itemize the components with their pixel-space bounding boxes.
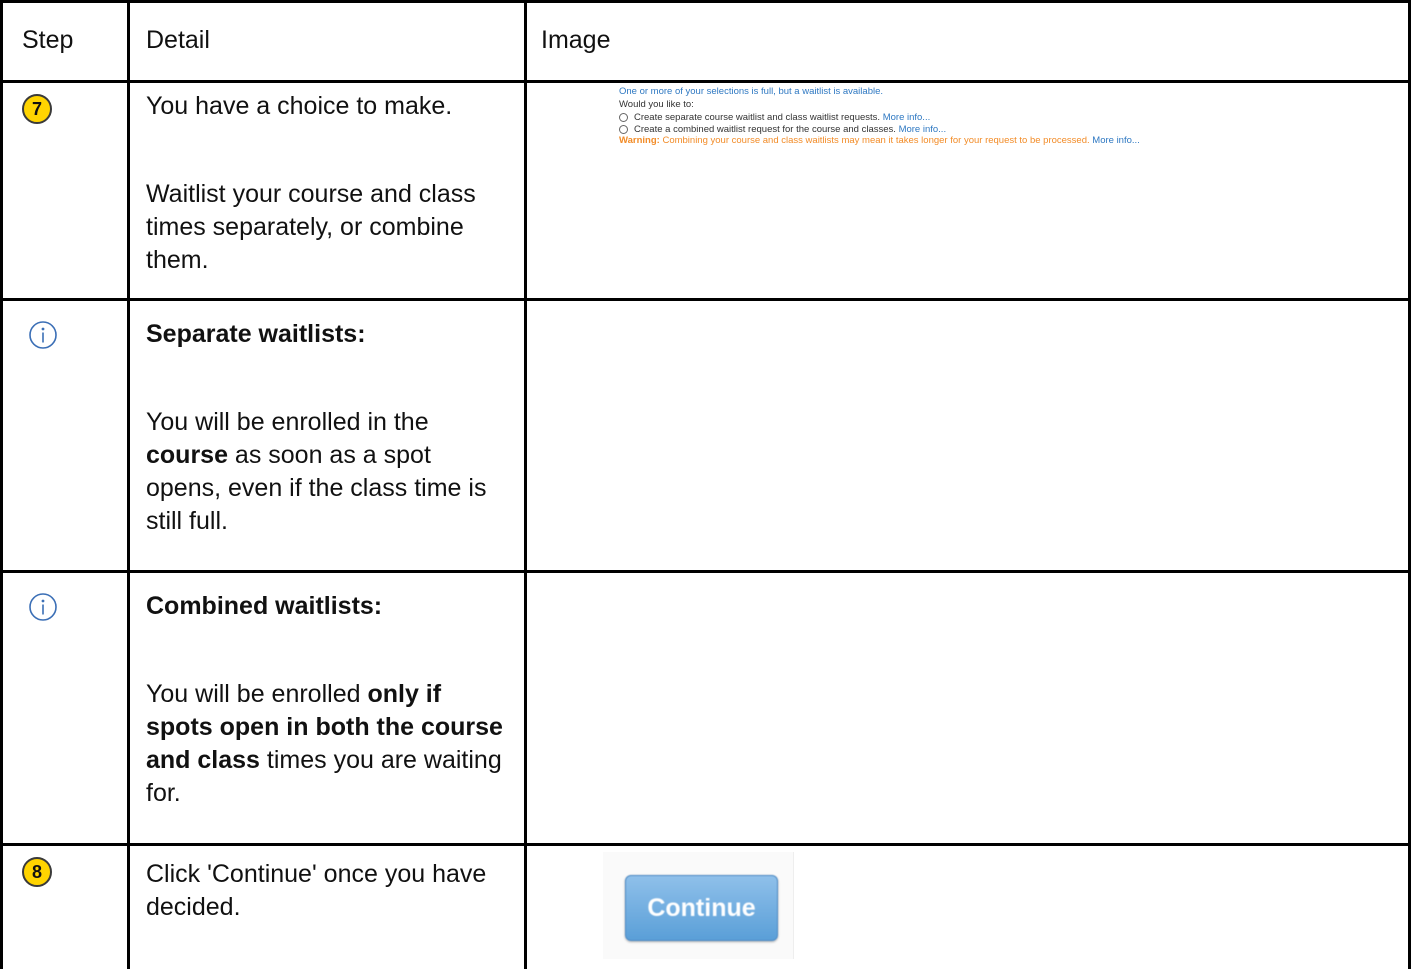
waitlist-question: Would you like to: [619, 98, 694, 110]
detail-text: Combined waitlists: You will be enrolled… [146, 590, 511, 810]
step-number-badge: 7 [22, 94, 52, 124]
warning-label: Warning: [619, 135, 660, 146]
section-body: You will be enrolled only if spots open … [146, 680, 503, 807]
detail-line: Waitlist your course and class times sep… [146, 180, 476, 274]
table-border-left [0, 0, 3, 969]
row-divider [0, 843, 1411, 846]
row-divider [0, 80, 1411, 83]
option-separate[interactable]: Create separate course waitlist and clas… [619, 112, 1399, 124]
option-label: Create separate course waitlist and clas… [634, 112, 881, 123]
detail-text: Click 'Continue' once you have decided. [146, 860, 487, 921]
continue-button[interactable]: Continue [625, 875, 778, 941]
more-info-link[interactable]: More info... [883, 112, 931, 124]
column-divider [524, 0, 527, 969]
warning-message: Warning: Combining your course and class… [619, 135, 1399, 147]
header-step: Step [22, 26, 74, 54]
row-divider [0, 570, 1411, 573]
section-title: Separate waitlists: [146, 320, 366, 348]
warning-text: Combining your course and class waitlist… [662, 135, 1090, 146]
detail-line: You have a choice to make. [146, 92, 453, 120]
detail-text: Separate waitlists: You will be enrolled… [146, 318, 511, 538]
info-icon [29, 593, 57, 621]
section-title: Combined waitlists: [146, 592, 383, 620]
option-label: Create a combined waitlist request for t… [634, 123, 896, 135]
radio-button[interactable] [619, 113, 628, 123]
row-divider [0, 298, 1411, 301]
waitlist-notice: One or more of your selections is full, … [619, 86, 884, 97]
radio-button[interactable] [619, 124, 628, 134]
waitlist-options-screenshot: One or more of your selections is full, … [619, 86, 1399, 147]
more-info-link[interactable]: More info... [1092, 135, 1140, 146]
header-image: Image [541, 26, 611, 54]
header-detail: Detail [146, 26, 210, 54]
section-body: You will be enrolled in the course as so… [146, 408, 487, 535]
table-border-top [0, 0, 1411, 3]
column-divider [127, 0, 130, 969]
info-icon [29, 321, 57, 349]
step-number-badge: 8 [22, 857, 52, 887]
option-combined[interactable]: Create a combined waitlist request for t… [619, 124, 1399, 136]
detail-text: You have a choice to make. Waitlist your… [146, 90, 511, 277]
more-info-link[interactable]: More info... [899, 124, 947, 136]
